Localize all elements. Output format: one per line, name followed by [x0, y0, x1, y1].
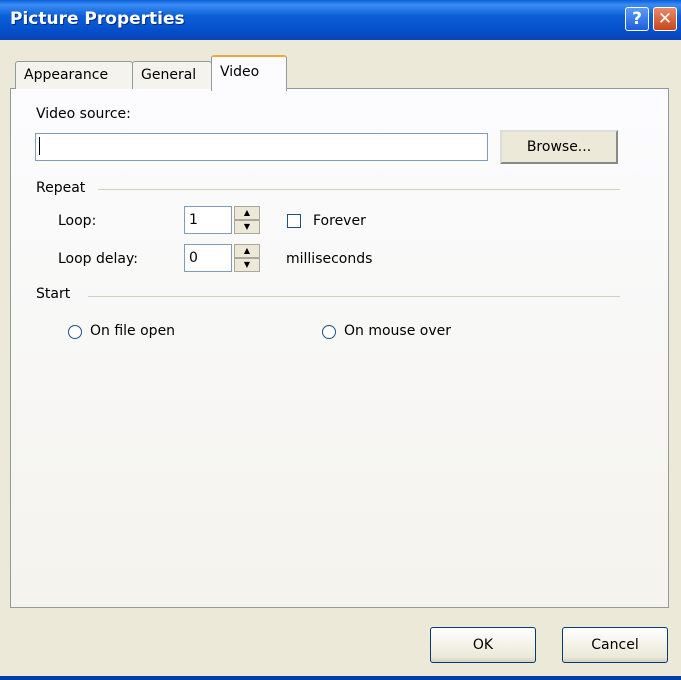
tab-general[interactable]: General — [132, 61, 212, 89]
repeat-group-label: Repeat — [36, 180, 86, 196]
repeat-divider — [98, 189, 620, 190]
start-divider — [88, 296, 620, 297]
on-file-open-label: On file open — [90, 323, 176, 339]
loop-delay-label: Loop delay: — [58, 251, 138, 267]
spin-down-icon[interactable]: ▼ — [234, 220, 260, 234]
loop-delay-input[interactable]: 0 — [184, 244, 232, 272]
loop-label: Loop: — [58, 213, 97, 229]
loop-delay-spinner-arrows: ▲ ▼ — [234, 244, 260, 272]
picture-properties-dialog: Picture Properties ? ✕ Appearance Genera… — [0, 0, 681, 680]
cancel-button[interactable]: Cancel — [562, 627, 668, 663]
video-source-label: Video source: — [36, 106, 131, 122]
on-file-open-radio[interactable] — [68, 325, 82, 339]
tab-appearance[interactable]: Appearance — [15, 61, 133, 89]
ok-button[interactable]: OK — [430, 627, 536, 663]
forever-checkbox[interactable] — [287, 214, 301, 228]
on-mouse-over-radio[interactable] — [322, 325, 336, 339]
close-button[interactable]: ✕ — [653, 7, 677, 31]
browse-button[interactable]: Browse... — [500, 130, 618, 164]
spin-up-icon[interactable]: ▲ — [234, 244, 260, 258]
spin-down-icon[interactable]: ▼ — [234, 258, 260, 272]
start-group-label: Start — [36, 286, 71, 302]
milliseconds-label: milliseconds — [286, 251, 373, 267]
spin-up-icon[interactable]: ▲ — [234, 206, 260, 220]
video-source-input[interactable] — [35, 133, 488, 161]
window-title: Picture Properties — [10, 9, 185, 29]
title-bar[interactable]: Picture Properties ? ✕ — [0, 0, 681, 40]
tab-video[interactable]: Video — [211, 55, 287, 91]
loop-input[interactable]: 1 — [184, 206, 232, 234]
loop-spinner[interactable]: 1 ▲ ▼ — [184, 206, 260, 234]
tab-panel-video — [10, 88, 669, 608]
help-button[interactable]: ? — [625, 7, 649, 31]
forever-label: Forever — [313, 213, 366, 229]
loop-delay-spinner[interactable]: 0 ▲ ▼ — [184, 244, 260, 272]
on-mouse-over-label: On mouse over — [344, 323, 451, 339]
text-caret — [39, 137, 40, 155]
loop-spinner-arrows: ▲ ▼ — [234, 206, 260, 234]
window-bottom-border — [0, 676, 681, 680]
